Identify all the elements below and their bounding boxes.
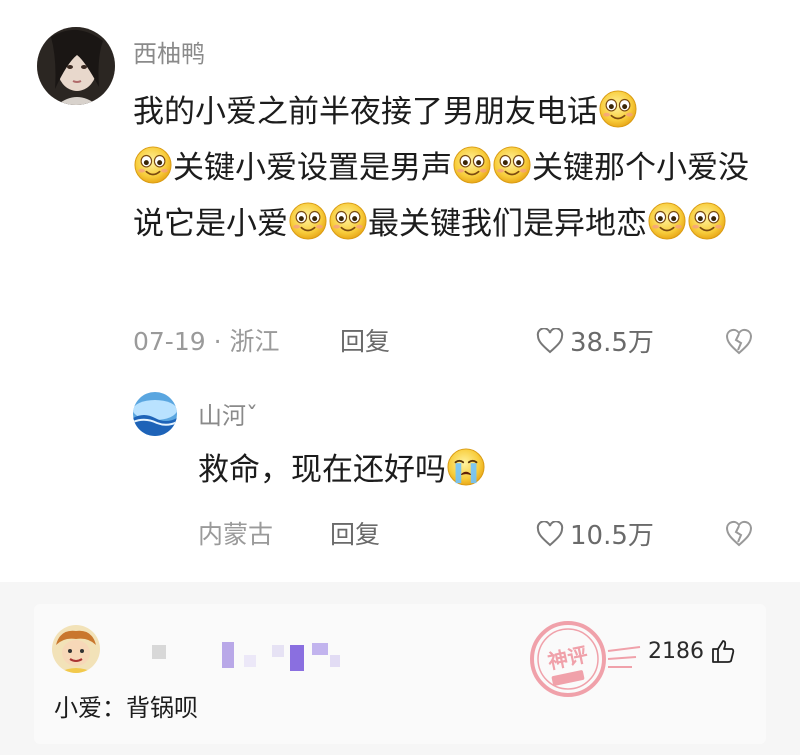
smiling-emoji-icon [648, 202, 686, 240]
smiling-emoji-icon [599, 90, 637, 128]
svg-text:神评: 神评 [546, 642, 590, 674]
bottom-comment-text: 小爱：背锅呗 [54, 694, 198, 722]
thumbs-up-icon [712, 640, 735, 663]
reply-username[interactable]: 山河ˇ [198, 396, 258, 431]
heart-icon [536, 520, 564, 546]
reply-button[interactable]: 回复 [340, 322, 390, 358]
heart-icon [536, 327, 564, 353]
censored-username-block [222, 642, 234, 668]
smiling-emoji-icon [289, 202, 327, 240]
bottom-like-count: 2186 [648, 638, 704, 664]
reply-user-avatar[interactable] [133, 392, 177, 436]
smiling-emoji-icon [134, 146, 172, 184]
reply-text: 救命，现在还好吗 [198, 448, 486, 492]
bottom-user-avatar[interactable] [52, 625, 100, 673]
comment-text: 我的小爱之前半夜接了男朋友电话 关键小爱设置是男声 关键那个小爱没说它是小爱 最关键… [133, 84, 773, 252]
censored-username-block [272, 645, 284, 657]
bottom-comment-card [34, 604, 766, 744]
reply-location: 内蒙古 [198, 520, 274, 549]
smiling-emoji-icon [453, 146, 491, 184]
stamp-watermark-icon: 神评 [530, 621, 641, 697]
broken-heart-icon[interactable] [724, 518, 754, 548]
username[interactable]: 西柚鸭 [133, 34, 205, 69]
bottom-like-button[interactable]: 2186 [648, 638, 736, 664]
censored-username-block [312, 643, 328, 655]
like-button[interactable]: 38.5万 [536, 322, 654, 359]
comment-segment: 我的小爱之前半夜接了男朋友电话 [133, 94, 598, 130]
like-button[interactable]: 10.5万 [536, 515, 654, 552]
censored-username-block [330, 655, 340, 667]
censored-username-block [244, 655, 256, 667]
like-count: 38.5万 [570, 328, 654, 358]
censored-username-block [290, 645, 304, 671]
user-avatar[interactable] [37, 27, 115, 105]
smiling-emoji-icon [329, 202, 367, 240]
smiling-emoji-icon [688, 202, 726, 240]
like-count: 10.5万 [570, 521, 654, 551]
reply-button[interactable]: 回复 [330, 515, 380, 551]
comment-segment: 关键小爱设置是男声 [173, 150, 452, 186]
broken-heart-icon[interactable] [724, 326, 754, 356]
crying-emoji-icon [447, 448, 485, 486]
comment-date-location: 07-19 · 浙江 [133, 327, 280, 356]
censored-username-block [152, 645, 166, 659]
reply-text-body: 救命，现在还好吗 [198, 452, 446, 488]
smiling-emoji-icon [493, 146, 531, 184]
comment-segment: 最关键我们是异地恋 [368, 206, 647, 242]
